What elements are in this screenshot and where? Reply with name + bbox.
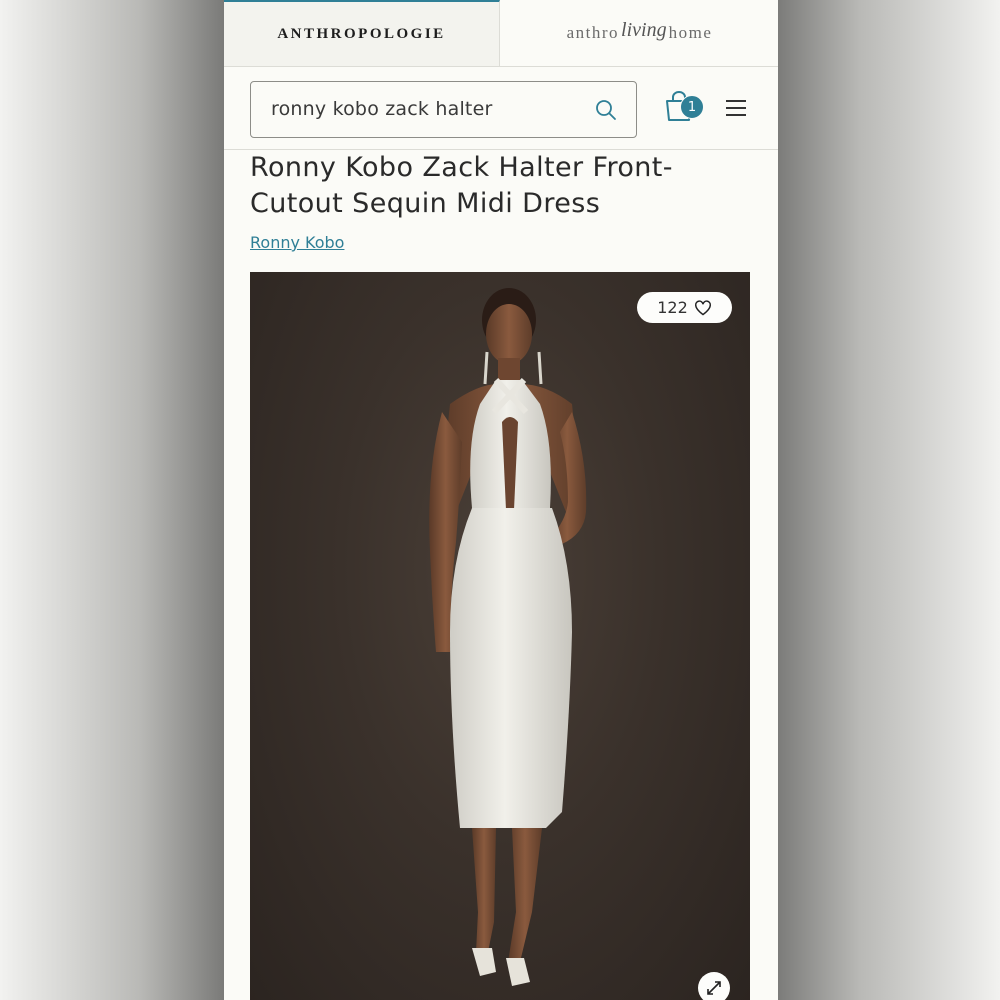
brand-tabs: ANTHROPOLOGIE anthro living home	[224, 0, 778, 67]
search-input[interactable]: ronny kobo zack halter	[250, 81, 637, 138]
product-title: Ronny Kobo Zack Halter Front- Cutout Seq…	[250, 150, 750, 222]
product-image[interactable]: 122	[250, 272, 750, 1000]
tab-living-script: living	[621, 18, 667, 41]
like-button[interactable]: 122	[637, 292, 732, 323]
expand-icon	[707, 981, 721, 995]
hamburger-menu-icon[interactable]	[724, 98, 748, 118]
search-icon[interactable]	[594, 98, 618, 122]
mobile-viewport: ANTHROPOLOGIE anthro living home ronny k…	[224, 0, 778, 1000]
tab-anthropologie-label: ANTHROPOLOGIE	[277, 25, 446, 42]
product-brand-link[interactable]: Ronny Kobo	[250, 233, 344, 252]
product-title-line1: Ronny Kobo Zack Halter Front-	[250, 152, 673, 183]
cart-count-badge: 1	[680, 95, 704, 119]
tab-anthropologie[interactable]: ANTHROPOLOGIE	[224, 0, 500, 66]
expand-image-button[interactable]	[698, 972, 730, 1000]
search-input-value: ronny kobo zack halter	[271, 98, 493, 120]
tab-anthro-living-home[interactable]: anthro living home	[501, 0, 778, 66]
like-count: 122	[657, 298, 688, 317]
product-title-line2: Cutout Sequin Midi Dress	[250, 188, 601, 219]
tab-living-suffix: home	[668, 23, 713, 42]
site-header: ronny kobo zack halter 1	[224, 67, 778, 150]
heart-icon	[694, 299, 711, 315]
model-illustration	[429, 288, 587, 986]
tab-living-prefix: anthro	[566, 23, 620, 42]
